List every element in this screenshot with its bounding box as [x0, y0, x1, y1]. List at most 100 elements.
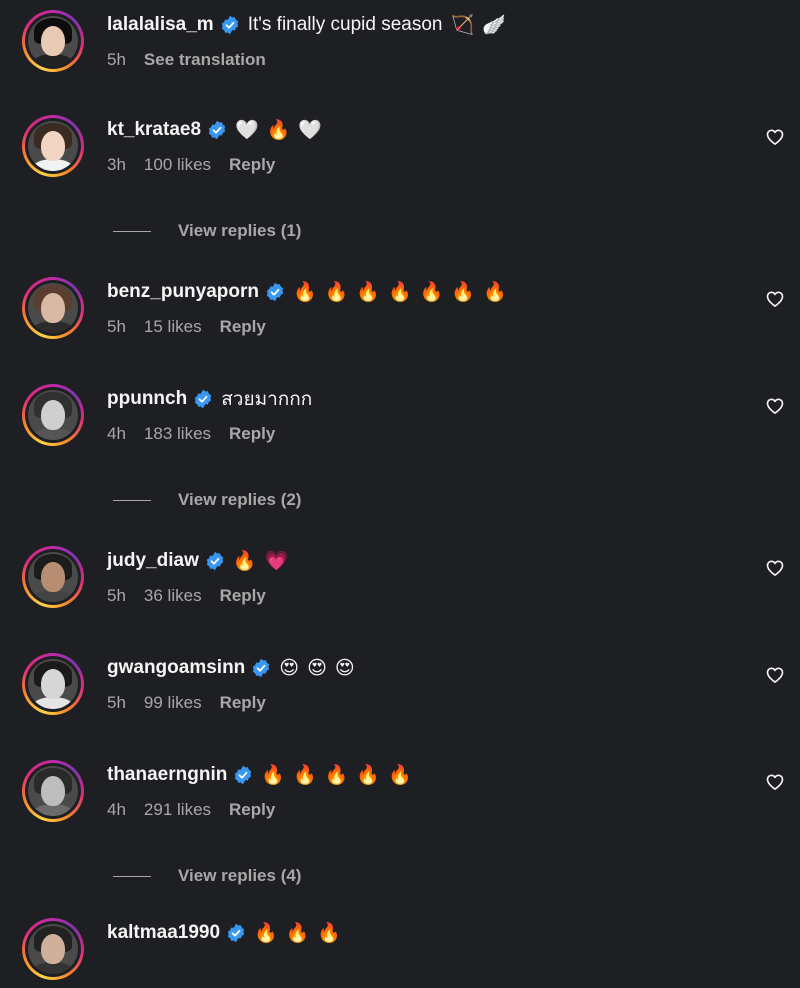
see-translation-button[interactable]: See translation — [144, 50, 266, 70]
replies-divider-line — [113, 499, 151, 501]
comment-item: ppunnch สวยมากกก 4h 183 likes Reply — [0, 384, 800, 454]
comment-timestamp: 3h — [107, 155, 126, 174]
emoji: 🔥 — [261, 764, 286, 786]
emoji: 😍 — [334, 657, 355, 679]
username-link[interactable]: kaltmaa1990 — [107, 922, 220, 944]
comment-meta: 5h See translation — [107, 48, 284, 72]
avatar-border — [25, 763, 81, 819]
username-link[interactable]: benz_punyaporn — [107, 281, 259, 303]
emoji: 🔥 — [254, 922, 278, 944]
avatar[interactable] — [22, 10, 84, 72]
username-link[interactable]: judy_diaw — [107, 550, 199, 572]
heart-outline-icon[interactable] — [764, 772, 786, 792]
emoji: 🤍 — [235, 119, 259, 141]
avatar-face — [41, 131, 65, 161]
heart-outline-icon[interactable] — [764, 127, 786, 147]
view-replies-button[interactable]: View replies (1) — [113, 219, 301, 243]
comment-timestamp: 4h — [107, 800, 126, 819]
emoji: 🔥 — [317, 922, 342, 944]
avatar[interactable] — [22, 760, 84, 822]
verified-badge-icon — [251, 658, 271, 678]
username-link[interactable]: gwangoamsinn — [107, 657, 245, 679]
emoji: 💗 — [264, 550, 289, 572]
like-count[interactable]: 15 likes — [144, 317, 202, 337]
comment-timestamp: 5h — [107, 50, 126, 69]
emoji: 🔥 — [388, 281, 412, 303]
comment-header: lalalalisa_m It's finally cupid season 🏹 🪽 — [107, 10, 506, 40]
emoji: 🪽 — [482, 14, 506, 36]
avatar[interactable] — [22, 546, 84, 608]
avatar-face — [41, 562, 65, 592]
replies-divider-line — [113, 875, 151, 877]
heart-outline-icon[interactable] — [764, 558, 786, 578]
avatar-border — [25, 549, 81, 605]
avatar[interactable] — [22, 918, 84, 980]
like-count[interactable]: 99 likes — [144, 693, 202, 713]
heart-outline-icon[interactable] — [764, 289, 786, 309]
avatar[interactable] — [22, 384, 84, 446]
avatar-image — [28, 766, 78, 816]
verified-badge-icon — [205, 551, 225, 571]
emoji: 🔥 — [266, 119, 291, 141]
avatar-image — [28, 390, 78, 440]
like-count[interactable]: 36 likes — [144, 586, 202, 606]
comment-item: judy_diaw 🔥 💗 5h 36 likes Reply — [0, 546, 800, 616]
comment-timestamp: 4h — [107, 424, 126, 443]
view-replies-label[interactable]: View replies (2) — [178, 490, 301, 510]
reply-button[interactable]: Reply — [229, 155, 275, 175]
reply-button[interactable]: Reply — [220, 693, 266, 713]
emoji: 🔥 — [356, 764, 381, 786]
emoji: 🔥 — [232, 550, 257, 572]
avatar-border — [25, 118, 81, 174]
avatar-image — [28, 924, 78, 974]
like-count[interactable]: 100 likes — [144, 155, 211, 175]
heart-outline-icon[interactable] — [764, 396, 786, 416]
comment-meta: 5h 36 likes Reply — [107, 584, 284, 608]
avatar[interactable] — [22, 653, 84, 715]
reply-button[interactable]: Reply — [220, 317, 266, 337]
avatar-image — [28, 552, 78, 602]
verified-badge-icon — [265, 282, 285, 302]
emoji: 🔥 — [388, 764, 412, 786]
view-replies-button[interactable]: View replies (2) — [113, 488, 301, 512]
avatar-border — [25, 921, 81, 977]
reply-button[interactable]: Reply — [220, 586, 266, 606]
heart-outline-icon[interactable] — [764, 665, 786, 685]
avatar-face — [41, 669, 65, 699]
like-count[interactable]: 183 likes — [144, 424, 211, 444]
reply-button[interactable]: Reply — [229, 424, 275, 444]
comment-item: lalalalisa_m It's finally cupid season 🏹 🪽 5… — [0, 10, 800, 80]
comment-item: thanaerngnin 🔥 🔥 🔥 🔥 🔥 4h 291 likes Reply — [0, 760, 800, 830]
verified-badge-icon — [233, 765, 253, 785]
avatar-border — [25, 280, 81, 336]
avatar-face — [41, 293, 65, 323]
avatar[interactable] — [22, 115, 84, 177]
emoji: 🔥 — [324, 764, 349, 786]
comment-timestamp: 5h — [107, 317, 126, 336]
view-replies-label[interactable]: View replies (4) — [178, 866, 301, 886]
emoji: 🔥 — [285, 922, 310, 944]
username-link[interactable]: lalalalisa_m — [107, 14, 214, 36]
verified-badge-icon — [226, 923, 246, 943]
verified-badge-icon — [220, 15, 240, 35]
comment-item: kaltmaa1990 🔥 🔥 🔥 — [0, 918, 800, 988]
avatar-image — [28, 283, 78, 333]
view-replies-button[interactable]: View replies (4) — [113, 864, 301, 888]
avatar-face — [41, 934, 65, 964]
avatar-border — [25, 387, 81, 443]
emoji: 🔥 — [451, 281, 476, 303]
avatar-border — [25, 13, 81, 69]
like-count[interactable]: 291 likes — [144, 800, 211, 820]
emoji: 🔥 — [293, 764, 317, 786]
comment-header: benz_punyaporn 🔥 🔥 🔥 🔥 🔥 🔥 🔥 — [107, 277, 507, 307]
username-link[interactable]: thanaerngnin — [107, 764, 227, 786]
avatar-image — [28, 659, 78, 709]
reply-button[interactable]: Reply — [229, 800, 275, 820]
avatar[interactable] — [22, 277, 84, 339]
username-link[interactable]: ppunnch — [107, 388, 187, 410]
comment-text: It's finally cupid season — [247, 14, 443, 35]
comment-timestamp: 5h — [107, 693, 126, 712]
avatar-face — [41, 776, 65, 806]
username-link[interactable]: kt_kratae8 — [107, 119, 201, 141]
view-replies-label[interactable]: View replies (1) — [178, 221, 301, 241]
